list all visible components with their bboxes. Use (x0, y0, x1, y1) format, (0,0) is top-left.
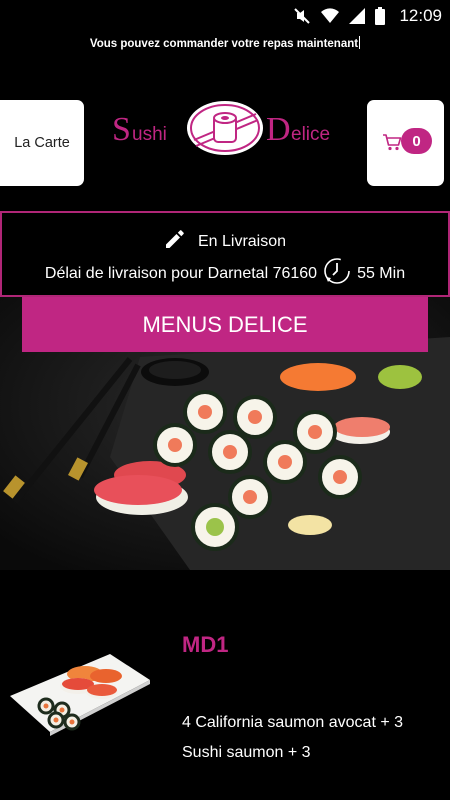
logo-ushi: ushi (132, 124, 167, 145)
cart-icon (382, 133, 402, 156)
delivery-area-text: Délai de livraison pour Darnetal 76160 (44, 264, 318, 282)
cart-count-badge: 0 (401, 128, 432, 154)
menu-item-description: 4 California saumon avocat + 3 Sushi sau… (182, 714, 404, 761)
clock-icon (321, 255, 353, 292)
logo-elice: elice (291, 124, 330, 145)
text-caret (359, 36, 361, 49)
delivery-mode-row[interactable]: En Livraison (2, 228, 448, 255)
header: La Carte S ushi D elice 0 (0, 100, 450, 186)
menu-item-image (10, 648, 150, 743)
logo-s: S (112, 111, 131, 148)
delivery-duration: 55 Min (357, 264, 406, 282)
edit-pencil-icon[interactable] (164, 228, 186, 255)
section-title-text: MENUS DELICE (142, 311, 308, 337)
menu-item-card[interactable]: MD1 4 California saumon avocat + 3 Sushi… (0, 570, 450, 800)
signal-icon (349, 8, 366, 24)
status-bar: 12:09 (0, 0, 450, 32)
sushi-delice-logo: S ushi D elice (110, 100, 342, 160)
cart-button[interactable]: 0 (367, 100, 444, 186)
battery-icon (375, 7, 386, 25)
delivery-time-row: Délai de livraison pour Darnetal 76160 5… (2, 255, 448, 292)
order-now-text: Vous pouvez commander votre repas mainte… (89, 38, 359, 50)
mute-icon (293, 7, 311, 25)
section-title-menus-delice[interactable]: MENUS DELICE (22, 297, 428, 352)
menu-item-name: MD1 (182, 632, 229, 657)
la-carte-label: La Carte (14, 135, 70, 151)
order-now-message: Vous pouvez commander votre repas mainte… (0, 36, 450, 50)
delivery-info-box[interactable]: En Livraison Délai de livraison pour Dar… (0, 211, 450, 297)
status-time: 12:09 (399, 6, 442, 25)
wifi-icon (321, 8, 340, 24)
status-icons: 12:09 (293, 5, 442, 27)
logo-d: D (266, 111, 291, 148)
la-carte-button[interactable]: La Carte (0, 100, 84, 186)
delivery-mode-label: En Livraison (197, 232, 287, 250)
